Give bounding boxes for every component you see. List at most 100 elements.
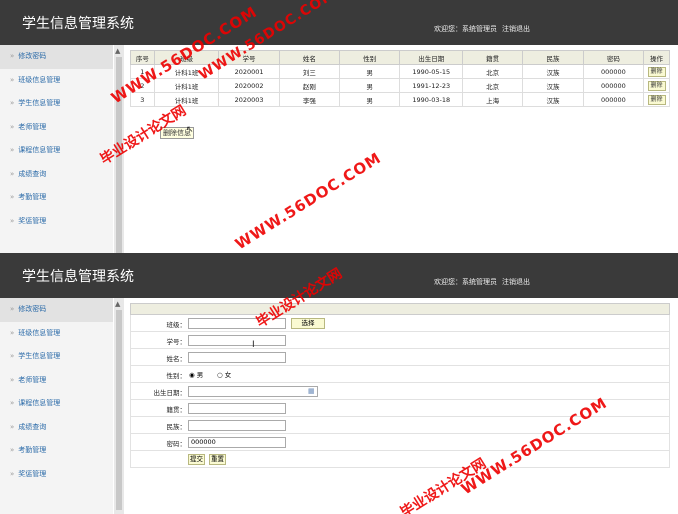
submit-button[interactable]: 提交 bbox=[188, 454, 205, 465]
sidebar-item-student-management[interactable]: » 学生信息管理 bbox=[0, 92, 113, 116]
watermark-text: WWW.56DOC.COM bbox=[232, 148, 385, 253]
chevron-right-icon: » bbox=[10, 352, 15, 360]
table-cell: 汉族 bbox=[522, 64, 584, 79]
chevron-right-icon: » bbox=[10, 375, 15, 384]
sidebar-item-label: 奖惩管理 bbox=[18, 469, 47, 478]
sidebar-item-attendance[interactable]: » 考勤管理 bbox=[0, 439, 113, 463]
sidebar-item-label: 修改密码 bbox=[18, 52, 47, 60]
sidebar-item-label: 班级信息管理 bbox=[18, 328, 61, 337]
logout-link[interactable]: 注销退出 bbox=[502, 277, 530, 287]
table-cell: 汉族 bbox=[522, 92, 584, 107]
password-label: 密码： bbox=[166, 440, 187, 448]
student-no-field[interactable] bbox=[188, 335, 286, 346]
sidebar-item-grade-query[interactable]: » 成绩查询 bbox=[0, 163, 113, 187]
class-label: 班级： bbox=[166, 321, 187, 329]
vertical-scrollbar[interactable]: ▲ bbox=[114, 298, 124, 514]
sidebar: » 修改密码 » 班级信息管理 » 学生信息管理 » 老师管理 » 课程信息管理 » 成绩查… bbox=[0, 45, 113, 253]
delete-button[interactable]: 删除 bbox=[647, 80, 666, 91]
form-header-bar bbox=[130, 303, 670, 315]
sidebar-item-label: 老师管理 bbox=[18, 122, 47, 131]
name-field[interactable] bbox=[188, 352, 286, 363]
ethnicity-field[interactable] bbox=[188, 420, 286, 431]
column-header: 序号 bbox=[130, 50, 155, 65]
birthday-field[interactable] bbox=[188, 386, 318, 397]
caret-up-icon[interactable]: ▲ bbox=[115, 47, 120, 55]
top-header: 学生信息管理系统 欢迎您：系统管理员 注销退出 bbox=[0, 0, 678, 45]
birthday-label: 出生日期： bbox=[153, 389, 187, 397]
sidebar-item-label: 成绩查询 bbox=[18, 169, 47, 178]
table-cell: 1991-12-23 bbox=[399, 78, 463, 93]
table-cell: 刘三 bbox=[278, 64, 341, 79]
sidebar-item-teacher-management[interactable]: » 老师管理 bbox=[0, 369, 113, 393]
sidebar-item-label: 老师管理 bbox=[18, 375, 47, 384]
caret-up-icon[interactable]: ▲ bbox=[115, 300, 120, 308]
table-cell: 1990-05-15 bbox=[399, 64, 463, 79]
sidebar-item-label: 奖惩管理 bbox=[18, 216, 47, 225]
sidebar-item-label: 修改密码 bbox=[18, 305, 47, 313]
column-header: 操作 bbox=[643, 50, 670, 65]
calendar-icon[interactable]: ▦ bbox=[308, 387, 315, 395]
sidebar-item-label: 学生信息管理 bbox=[18, 99, 61, 107]
gender-radio-male[interactable]: ◉ 男 bbox=[189, 369, 203, 379]
logout-link[interactable]: 注销退出 bbox=[502, 24, 530, 34]
sidebar-item-change-password[interactable]: » 修改密码 bbox=[0, 298, 113, 322]
table-cell: 汉族 bbox=[522, 78, 584, 93]
table-cell: 李强 bbox=[278, 92, 341, 107]
table-cell: 2020003 bbox=[218, 92, 280, 107]
table-cell: 1990-03-18 bbox=[399, 92, 463, 107]
radio-unselected-icon: ○ bbox=[217, 371, 223, 379]
sidebar-item-student-management[interactable]: » 学生信息管理 bbox=[0, 345, 113, 369]
chevron-right-icon: » bbox=[10, 52, 15, 60]
chevron-right-icon: » bbox=[10, 328, 15, 337]
scrollbar-thumb[interactable] bbox=[116, 310, 122, 510]
gender-option-label: 男 bbox=[196, 371, 204, 379]
password-field[interactable]: 000000 bbox=[188, 437, 286, 448]
table-cell: 2020002 bbox=[218, 78, 280, 93]
table-row: 3 计科1班 2020003 李强 男 1990-03-18 上海 汉族 000… bbox=[130, 92, 670, 107]
chevron-right-icon: » bbox=[10, 216, 15, 225]
form-row-birthday: 出生日期： ▦ bbox=[130, 383, 670, 400]
table-cell: 000000 bbox=[582, 78, 645, 93]
sidebar-item-label: 班级信息管理 bbox=[18, 75, 61, 84]
select-class-button[interactable]: 选择 bbox=[291, 318, 325, 329]
gender-radio-female[interactable]: ○ 女 bbox=[217, 369, 231, 379]
chevron-right-icon: » bbox=[10, 305, 15, 313]
chevron-right-icon: » bbox=[10, 75, 15, 84]
reset-button[interactable]: 重置 bbox=[209, 454, 226, 465]
chevron-right-icon: » bbox=[10, 99, 15, 107]
delete-button[interactable]: 删除 bbox=[647, 94, 666, 105]
radio-selected-icon: ◉ bbox=[189, 371, 195, 379]
student-no-label: 学号： bbox=[166, 338, 187, 346]
sidebar-item-class-management[interactable]: » 班级信息管理 bbox=[0, 69, 113, 93]
add-student-screenshot: 学生信息管理系统 欢迎您：系统管理员 注销退出 » 修改密码 » 班级信息管理 » 学… bbox=[0, 253, 678, 514]
sidebar-item-rewards[interactable]: » 奖惩管理 bbox=[0, 463, 113, 487]
delete-button[interactable]: 删除 bbox=[647, 66, 666, 77]
table-cell-action: 删除 bbox=[643, 64, 670, 79]
gender-label: 性别： bbox=[166, 372, 187, 380]
table-cell: 000000 bbox=[582, 92, 645, 107]
sidebar-item-label: 课程信息管理 bbox=[18, 399, 61, 407]
sidebar-item-rewards[interactable]: » 奖惩管理 bbox=[0, 210, 113, 234]
form-row-student-no: 学号： bbox=[130, 332, 670, 349]
sidebar-item-teacher-management[interactable]: » 老师管理 bbox=[0, 116, 113, 140]
sidebar-item-class-management[interactable]: » 班级信息管理 bbox=[0, 322, 113, 346]
column-header: 籍贯 bbox=[461, 50, 524, 65]
chevron-right-icon: » bbox=[10, 169, 15, 178]
sidebar-item-change-password[interactable]: » 修改密码 bbox=[0, 45, 113, 69]
chevron-right-icon: » bbox=[10, 469, 15, 478]
table-cell: 男 bbox=[339, 92, 401, 107]
chevron-right-icon: » bbox=[10, 146, 15, 154]
sidebar-item-course-management[interactable]: » 课程信息管理 bbox=[0, 392, 113, 416]
chevron-right-icon: » bbox=[10, 122, 15, 131]
table-cell: 男 bbox=[339, 78, 401, 93]
table-cell-action: 删除 bbox=[643, 92, 670, 107]
form-row-password: 密码： 000000 bbox=[130, 434, 670, 451]
table-cell: 北京 bbox=[461, 78, 524, 93]
table-cell: 上海 bbox=[461, 92, 524, 107]
sidebar-item-grade-query[interactable]: » 成绩查询 bbox=[0, 416, 113, 440]
column-header: 出生日期 bbox=[399, 50, 463, 65]
app-title: 学生信息管理系统 bbox=[22, 16, 134, 32]
sidebar-item-attendance[interactable]: » 考勤管理 bbox=[0, 186, 113, 210]
native-place-field[interactable] bbox=[188, 403, 286, 414]
table-cell: 北京 bbox=[461, 64, 524, 79]
